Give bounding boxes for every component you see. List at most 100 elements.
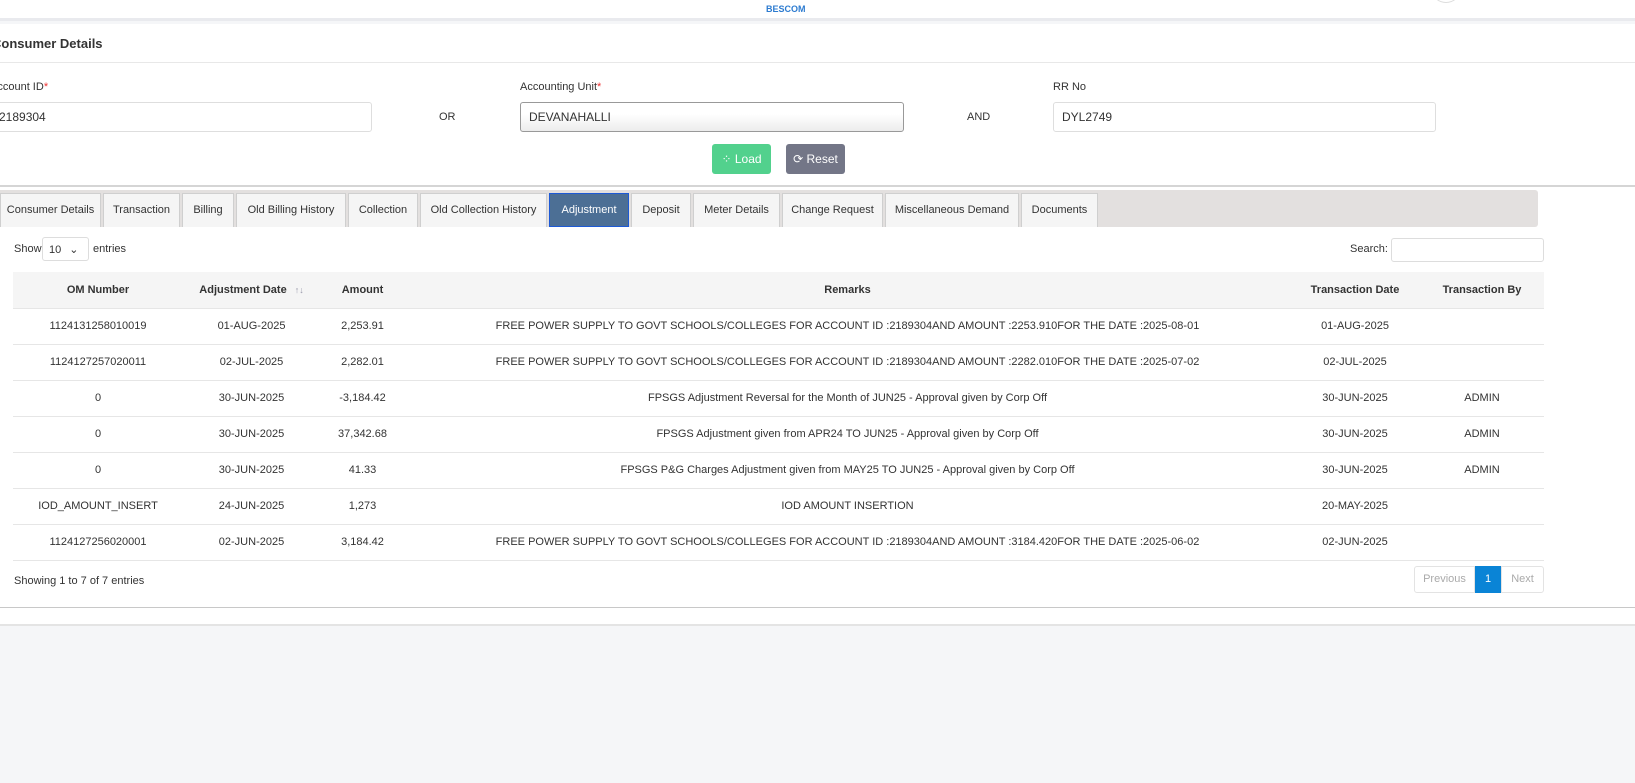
tab-deposit[interactable]: Deposit [631, 193, 691, 227]
table-cell: 3,184.42 [320, 523, 405, 561]
tab-miscellaneous-demand[interactable]: Miscellaneous Demand [885, 193, 1019, 227]
table-cell: FREE POWER SUPPLY TO GOVT SCHOOLS/COLLEG… [405, 307, 1290, 344]
table-info: Showing 1 to 7 of 7 entries [14, 575, 145, 587]
tab-meter-details[interactable]: Meter Details [693, 193, 780, 227]
tab-collection[interactable]: Collection [348, 193, 418, 227]
table-cell: ADMIN [1420, 451, 1544, 488]
table-cell: 02-JUL-2025 [1290, 343, 1420, 380]
table-cell: 30-JUN-2025 [183, 379, 320, 416]
sort-icon[interactable]: ↑↓ [295, 285, 304, 295]
search-input[interactable] [1391, 238, 1544, 262]
tab-old-collection-history[interactable]: Old Collection History [420, 193, 547, 227]
adjustment-table: OM Number Adjustment Date ↑↓ Amount Remarks T… [13, 272, 1544, 561]
or-label: OR [439, 111, 456, 123]
table-header-row: OM Number Adjustment Date ↑↓ Amount Remarks T… [13, 272, 1544, 308]
column-header-label: Remarks [824, 283, 871, 296]
table-cell: 37,342.68 [320, 415, 405, 452]
table-cell: 2,253.91 [320, 307, 405, 344]
table-cell: 0 [13, 415, 183, 452]
table-cell: 24-JUN-2025 [183, 487, 320, 524]
consumer-details-card: Consumer Details Account ID* 2189304 OR … [0, 24, 1635, 626]
column-header[interactable]: Amount [320, 272, 405, 308]
column-header-label: OM Number [66, 283, 130, 296]
table-cell [1420, 307, 1544, 344]
chevron-down-icon: ⌄ [69, 244, 79, 256]
table-row: 1124127257020011 02-JUL-2025 2,282.01 FREE … [13, 343, 1544, 380]
column-header[interactable]: Remarks [405, 272, 1290, 308]
table-cell: FREE POWER SUPPLY TO GOVT SCHOOLS/COLLEG… [405, 523, 1290, 561]
tab-change-request[interactable]: Change Request [782, 193, 883, 227]
table-cell: 01-AUG-2025 [1290, 307, 1420, 344]
tab-documents[interactable]: Documents [1021, 193, 1098, 227]
account-id-label: Account ID* [0, 81, 49, 93]
and-label: AND [967, 111, 991, 123]
table-cell: 30-JUN-2025 [183, 415, 320, 452]
table-cell [1420, 523, 1544, 561]
table-cell: 1124127256020001 [13, 523, 183, 561]
table-cell: 30-JUN-2025 [183, 451, 320, 488]
accounting-unit-select[interactable]: DEVANAHALLI [520, 102, 904, 132]
table-cell: 1124127257020011 [13, 343, 183, 380]
column-header-label: Adjustment Date [199, 283, 287, 296]
user-avatar[interactable] [1432, 0, 1460, 3]
table-cell: IOD AMOUNT INSERTION [405, 487, 1290, 524]
table-cell: 30-JUN-2025 [1290, 415, 1420, 452]
table-cell: 02-JUN-2025 [183, 523, 320, 561]
table-cell: IOD_AMOUNT_INSERT [13, 487, 183, 524]
column-header[interactable]: Transaction Date [1290, 272, 1420, 308]
tab-bar: Consumer Details Transaction Billing Old Bi… [0, 190, 1538, 227]
accounting-unit-label: Accounting Unit* [520, 81, 602, 93]
top-header: BESCOM [0, 0, 1635, 21]
table-cell: FPSGS Adjustment given from APR24 TO JUN… [405, 415, 1290, 452]
table-cell: 02-JUL-2025 [183, 343, 320, 380]
table-cell: 0 [13, 451, 183, 488]
previous-button[interactable]: Previous [1414, 566, 1475, 593]
table-cell: FREE POWER SUPPLY TO GOVT SCHOOLS/COLLEG… [405, 343, 1290, 380]
table-row: 1124127256020001 02-JUN-2025 3,184.42 FREE … [13, 523, 1544, 561]
table-row: 0 30-JUN-2025 41.33 FPSGS P&G Charges Adjus… [13, 451, 1544, 488]
table-cell: 30-JUN-2025 [1290, 379, 1420, 416]
page-length-select[interactable]: 10 ⌄ [42, 237, 89, 261]
tab-old-billing-history[interactable]: Old Billing History [236, 193, 346, 227]
table-row: 1124131258010019 01-AUG-2025 2,253.91 FREE … [13, 307, 1544, 344]
table-cell: 2,282.01 [320, 343, 405, 380]
spinner-icon: ⁘ [721, 152, 735, 166]
rr-no-label: RR No [1053, 81, 1087, 93]
load-button[interactable]: ⁘ Load [712, 144, 771, 174]
column-header-label: Transaction By [1442, 283, 1522, 296]
column-header-label: Transaction Date [1310, 283, 1400, 296]
table-cell: 1,273 [320, 487, 405, 524]
column-header[interactable]: Adjustment Date ↑↓ [183, 272, 320, 308]
account-id-input[interactable]: 2189304 [0, 102, 372, 132]
table-cell: 41.33 [320, 451, 405, 488]
entries-label: entries [93, 243, 127, 255]
show-label: Show [14, 243, 42, 255]
page-1-button[interactable]: 1 [1475, 566, 1501, 593]
tab-transaction[interactable]: Transaction [103, 193, 180, 227]
table-cell: 30-JUN-2025 [1290, 451, 1420, 488]
rr-no-input[interactable]: DYL2749 [1053, 102, 1436, 132]
divider [0, 62, 1635, 63]
table-cell: ADMIN [1420, 379, 1544, 416]
table-cell [1420, 487, 1544, 524]
next-button[interactable]: Next [1501, 566, 1544, 593]
reset-button[interactable]: ⟳ Reset [786, 144, 845, 174]
table-cell: FPSGS Adjustment Reversal for the Month … [405, 379, 1290, 416]
column-header[interactable]: Transaction By [1420, 272, 1544, 308]
table-cell: 02-JUN-2025 [1290, 523, 1420, 561]
tab-consumer-details[interactable]: Consumer Details [0, 193, 101, 227]
table-row: 0 30-JUN-2025 37,342.68 FPSGS Adjustment gi… [13, 415, 1544, 452]
table-cell: 20-MAY-2025 [1290, 487, 1420, 524]
refresh-icon: ⟳ [793, 152, 807, 166]
tab-billing[interactable]: Billing [182, 193, 234, 227]
column-header[interactable]: OM Number [13, 272, 183, 308]
table-cell: 1124131258010019 [13, 307, 183, 344]
table-cell: FPSGS P&G Charges Adjustment given from … [405, 451, 1290, 488]
table-cell: 01-AUG-2025 [183, 307, 320, 344]
table-row: IOD_AMOUNT_INSERT 24-JUN-2025 1,273 IOD AMO… [13, 487, 1544, 524]
divider [0, 607, 1635, 608]
table-row: 0 30-JUN-2025 -3,184.42 FPSGS Adjustment Re… [13, 379, 1544, 416]
divider [0, 185, 1635, 187]
tab-adjustment[interactable]: Adjustment [549, 193, 629, 227]
search-label: Search: [1350, 243, 1388, 255]
